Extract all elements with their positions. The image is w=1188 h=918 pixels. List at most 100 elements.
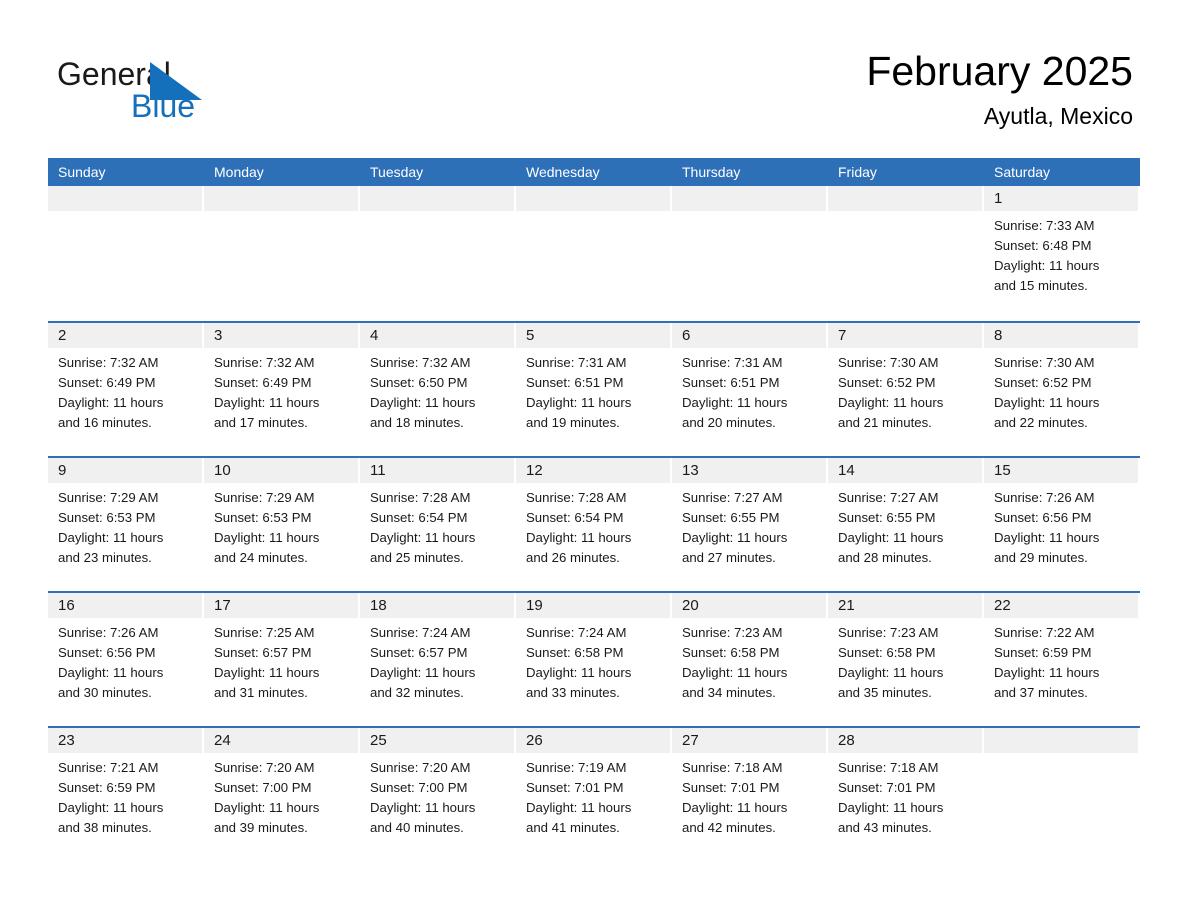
sunrise-text: Sunrise: 7:29 AM [58,490,159,505]
day-sun-info: Sunrise: 7:18 AM Sunset: 7:01 PM Daylight:… [828,753,984,838]
calendar-day-cell[interactable]: 7 Sunrise: 7:30 AM Sunset: 6:52 PM Daylight… [828,323,984,456]
calendar-week-row: 16 Sunrise: 7:26 AM Sunset: 6:56 PM Dayligh… [48,591,1140,726]
day-number-bar: 18 [360,593,514,618]
day-sun-info: Sunrise: 7:20 AM Sunset: 7:00 PM Daylight:… [204,753,360,838]
calendar-week-row: 1 Sunrise: 7:33 AM Sunset: 6:48 PM Daylight… [48,186,1140,321]
daylight-text-line2: and 33 minutes. [526,685,620,700]
calendar-day-cell[interactable]: 11 Sunrise: 7:28 AM Sunset: 6:54 PM Dayligh… [360,458,516,591]
day-number: 16 [58,597,75,614]
calendar-day-cell[interactable]: 17 Sunrise: 7:25 AM Sunset: 6:57 PM Dayligh… [204,593,360,726]
calendar-page: General Blue February 2025 Ayutla, Mexic… [0,0,1188,918]
calendar-week-row: 9 Sunrise: 7:29 AM Sunset: 6:53 PM Daylight… [48,456,1140,591]
sunset-text: Sunset: 6:52 PM [994,375,1092,390]
daylight-text-line1: Daylight: 11 hours [58,530,164,545]
calendar-day-cell[interactable]: 23 Sunrise: 7:21 AM Sunset: 6:59 PM Dayligh… [48,728,204,861]
day-sun-info: Sunrise: 7:26 AM Sunset: 6:56 PM Daylight:… [48,618,204,703]
day-number-bar: 24 [204,728,358,753]
calendar-day-cell[interactable]: 3 Sunrise: 7:32 AM Sunset: 6:49 PM Daylight… [204,323,360,456]
calendar-day-cell[interactable]: 14 Sunrise: 7:27 AM Sunset: 6:55 PM Dayligh… [828,458,984,591]
day-sun-info: Sunrise: 7:27 AM Sunset: 6:55 PM Daylight:… [672,483,828,568]
day-sun-info: Sunrise: 7:28 AM Sunset: 6:54 PM Daylight:… [360,483,516,568]
day-number-bar: 23 [48,728,202,753]
logo-text-blue: Blue [131,88,196,124]
day-number-bar: 22 [984,593,1138,618]
day-sun-info: Sunrise: 7:29 AM Sunset: 6:53 PM Daylight:… [48,483,204,568]
daylight-text-line1: Daylight: 11 hours [682,395,788,410]
day-sun-info: Sunrise: 7:25 AM Sunset: 6:57 PM Daylight:… [204,618,360,703]
calendar-day-cell[interactable]: 15 Sunrise: 7:26 AM Sunset: 6:56 PM Dayligh… [984,458,1140,591]
daylight-text-line1: Daylight: 11 hours [682,530,788,545]
calendar-day-cell[interactable]: 9 Sunrise: 7:29 AM Sunset: 6:53 PM Daylight… [48,458,204,591]
calendar-day-cell[interactable]: 4 Sunrise: 7:32 AM Sunset: 6:50 PM Daylight… [360,323,516,456]
sunrise-text: Sunrise: 7:26 AM [58,625,159,640]
sunrise-text: Sunrise: 7:23 AM [838,625,939,640]
sunset-text: Sunset: 6:51 PM [526,375,624,390]
day-number-bar: 8 [984,323,1138,348]
day-number-bar: 7 [828,323,982,348]
weekday-header-sunday: Sunday [58,164,106,180]
calendar-day-cell[interactable]: 13 Sunrise: 7:27 AM Sunset: 6:55 PM Dayligh… [672,458,828,591]
sunset-text: Sunset: 7:00 PM [214,780,312,795]
day-sun-info: Sunrise: 7:21 AM Sunset: 6:59 PM Daylight:… [48,753,204,838]
calendar-day-cell[interactable]: 21 Sunrise: 7:23 AM Sunset: 6:58 PM Dayligh… [828,593,984,726]
day-number: 8 [994,327,1003,344]
calendar-day-cell[interactable]: 28 Sunrise: 7:18 AM Sunset: 7:01 PM Dayligh… [828,728,984,861]
day-sun-info: Sunrise: 7:28 AM Sunset: 6:54 PM Daylight:… [516,483,672,568]
daylight-text-line2: and 21 minutes. [838,415,932,430]
day-number-bar: 15 [984,458,1138,483]
calendar-day-cell[interactable]: 27 Sunrise: 7:18 AM Sunset: 7:01 PM Dayligh… [672,728,828,861]
calendar-day-cell[interactable]: 8 Sunrise: 7:30 AM Sunset: 6:52 PM Daylight… [984,323,1140,456]
daylight-text-line2: and 20 minutes. [682,415,776,430]
day-number-bar [828,186,982,211]
day-number-bar: 25 [360,728,514,753]
calendar-day-cell[interactable]: 2 Sunrise: 7:32 AM Sunset: 6:49 PM Daylight… [48,323,204,456]
daylight-text-line1: Daylight: 11 hours [526,530,632,545]
daylight-text-line1: Daylight: 11 hours [682,800,788,815]
daylight-text-line2: and 39 minutes. [214,820,308,835]
calendar-day-cell[interactable]: 10 Sunrise: 7:29 AM Sunset: 6:53 PM Dayligh… [204,458,360,591]
day-number-bar [48,186,202,211]
daylight-text-line1: Daylight: 11 hours [58,800,164,815]
calendar-day-cell-empty [828,186,984,321]
daylight-text-line1: Daylight: 11 hours [214,800,320,815]
sunset-text: Sunset: 6:49 PM [58,375,156,390]
daylight-text-line1: Daylight: 11 hours [370,800,476,815]
sunset-text: Sunset: 7:01 PM [682,780,780,795]
general-blue-logo[interactable]: General Blue [57,56,257,128]
sunset-text: Sunset: 6:55 PM [838,510,936,525]
daylight-text-line1: Daylight: 11 hours [838,530,944,545]
daylight-text-line1: Daylight: 11 hours [838,395,944,410]
calendar-day-cell[interactable]: 18 Sunrise: 7:24 AM Sunset: 6:57 PM Dayligh… [360,593,516,726]
calendar-day-cell[interactable]: 6 Sunrise: 7:31 AM Sunset: 6:51 PM Daylight… [672,323,828,456]
day-number: 19 [526,597,543,614]
day-sun-info: Sunrise: 7:22 AM Sunset: 6:59 PM Daylight:… [984,618,1140,703]
day-number: 22 [994,597,1011,614]
daylight-text-line2: and 23 minutes. [58,550,152,565]
calendar-day-cell[interactable]: 20 Sunrise: 7:23 AM Sunset: 6:58 PM Dayligh… [672,593,828,726]
daylight-text-line2: and 37 minutes. [994,685,1088,700]
calendar-day-cell[interactable]: 22 Sunrise: 7:22 AM Sunset: 6:59 PM Dayligh… [984,593,1140,726]
day-number: 28 [838,732,855,749]
calendar-day-cell[interactable]: 1 Sunrise: 7:33 AM Sunset: 6:48 PM Daylight… [984,186,1140,321]
day-sun-info: Sunrise: 7:30 AM Sunset: 6:52 PM Daylight:… [984,348,1140,433]
sunset-text: Sunset: 6:56 PM [994,510,1092,525]
day-sun-info: Sunrise: 7:30 AM Sunset: 6:52 PM Daylight:… [828,348,984,433]
weekday-header-saturday: Saturday [994,164,1051,180]
calendar-day-cell[interactable]: 25 Sunrise: 7:20 AM Sunset: 7:00 PM Dayligh… [360,728,516,861]
calendar-day-cell[interactable]: 16 Sunrise: 7:26 AM Sunset: 6:56 PM Dayligh… [48,593,204,726]
day-number: 27 [682,732,699,749]
day-number: 4 [370,327,379,344]
calendar-day-cell[interactable]: 12 Sunrise: 7:28 AM Sunset: 6:54 PM Dayligh… [516,458,672,591]
calendar-day-cell[interactable]: 26 Sunrise: 7:19 AM Sunset: 7:01 PM Dayligh… [516,728,672,861]
calendar-day-cell[interactable]: 24 Sunrise: 7:20 AM Sunset: 7:00 PM Dayligh… [204,728,360,861]
sunset-text: Sunset: 6:54 PM [370,510,468,525]
calendar-day-cell-empty [204,186,360,321]
sunset-text: Sunset: 6:58 PM [838,645,936,660]
calendar-week-row: 2 Sunrise: 7:32 AM Sunset: 6:49 PM Daylight… [48,321,1140,456]
sunset-text: Sunset: 6:59 PM [994,645,1092,660]
sunset-text: Sunset: 6:50 PM [370,375,468,390]
calendar-day-cell[interactable]: 5 Sunrise: 7:31 AM Sunset: 6:51 PM Daylight… [516,323,672,456]
calendar-day-cell[interactable]: 19 Sunrise: 7:24 AM Sunset: 6:58 PM Dayligh… [516,593,672,726]
sunrise-text: Sunrise: 7:32 AM [58,355,159,370]
day-sun-info: Sunrise: 7:33 AM Sunset: 6:48 PM Daylight:… [984,211,1140,296]
